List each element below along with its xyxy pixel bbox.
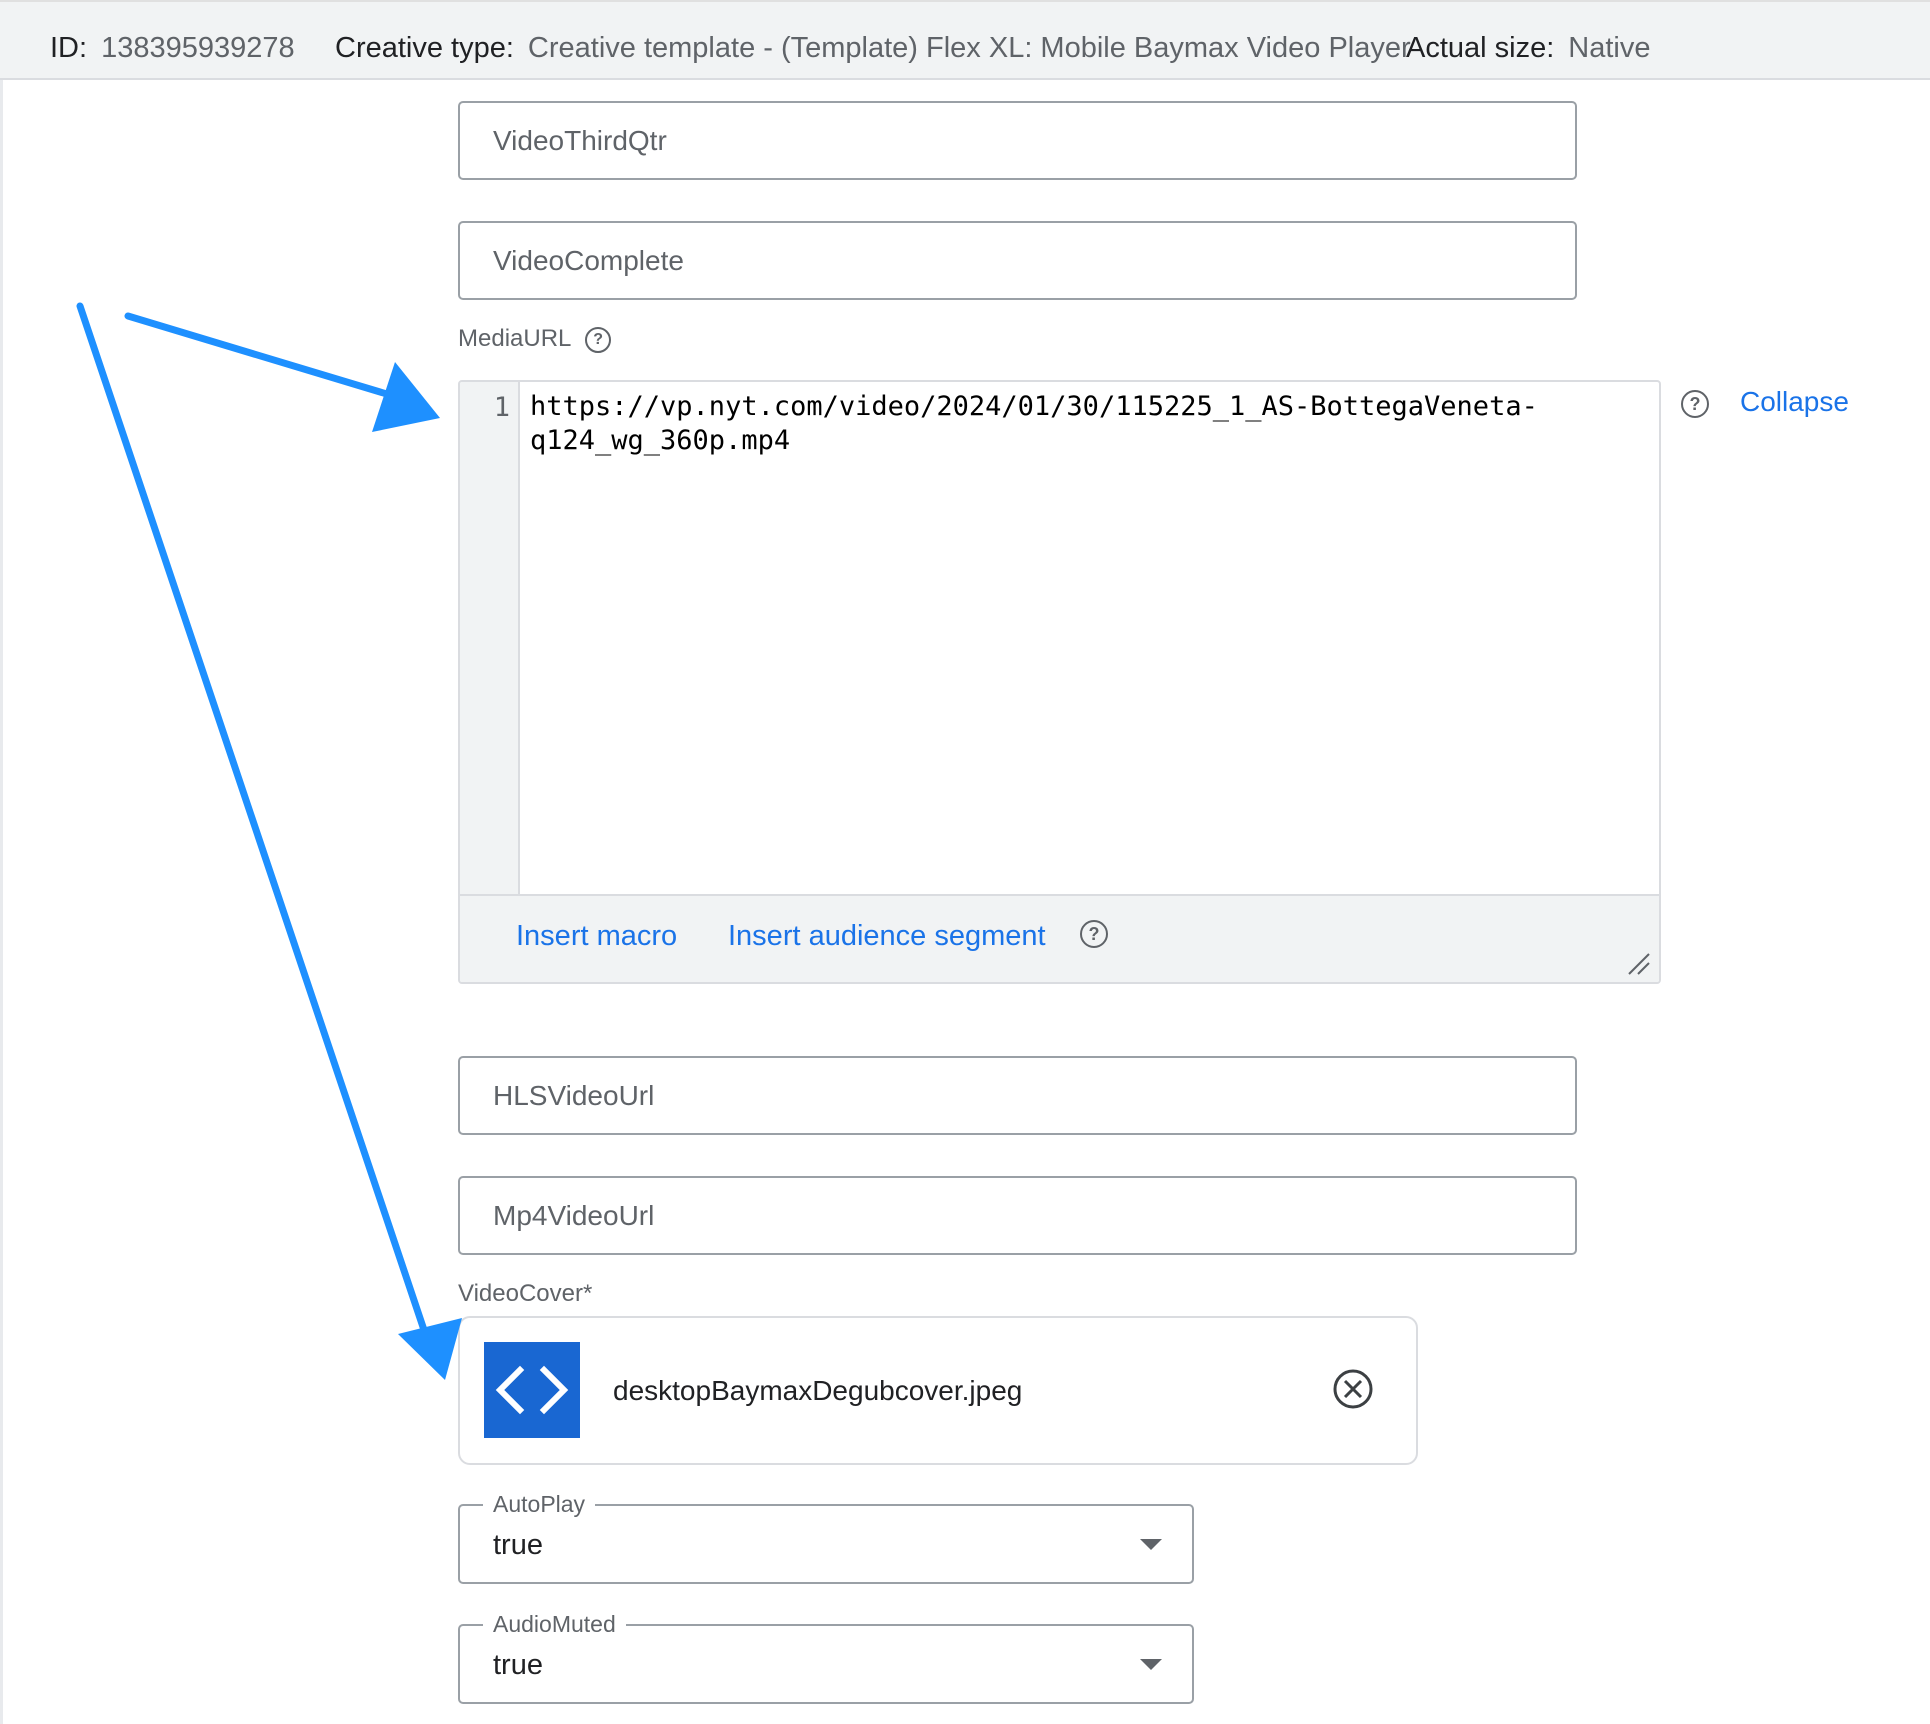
video-complete-placeholder: VideoComplete <box>493 245 684 276</box>
left-border <box>0 0 3 1724</box>
header-id: ID: 138395939278 <box>50 2 295 78</box>
video-third-qtr-field[interactable]: VideoThirdQtr <box>458 101 1577 180</box>
video-cover-file-name: desktopBaymaxDegubcover.jpeg <box>613 1375 1023 1406</box>
caret-down-icon[interactable] <box>1140 1539 1162 1550</box>
header-creative-type: Creative type: Creative template - (Templ… <box>335 2 1411 78</box>
close-circle-icon[interactable] <box>1332 1368 1374 1410</box>
hls-video-url-placeholder: HLSVideoUrl <box>493 1080 655 1111</box>
help-circle-icon[interactable]: ? <box>1080 920 1108 948</box>
creative-type-label: Creative type: <box>335 32 514 64</box>
code-line: q124_wg_360p.mp4 <box>530 425 791 456</box>
editor-footer: Insert macro Insert audience segment ? <box>460 894 1659 982</box>
mp4-video-url-placeholder: Mp4VideoUrl <box>493 1200 655 1231</box>
code-content[interactable]: https://vp.nyt.com/video/2024/01/30/1152… <box>530 390 1640 458</box>
mp4-video-url-field[interactable]: Mp4VideoUrl <box>458 1176 1577 1255</box>
hls-video-url-field[interactable]: HLSVideoUrl <box>458 1056 1577 1135</box>
video-third-qtr-placeholder: VideoThirdQtr <box>493 125 667 156</box>
video-complete-field[interactable]: VideoComplete <box>458 221 1577 300</box>
caret-down-icon[interactable] <box>1140 1659 1162 1670</box>
actual-size-value: Native <box>1568 32 1651 64</box>
audio-muted-value: true <box>493 1649 543 1681</box>
help-circle-icon[interactable]: ? <box>585 326 612 353</box>
actual-size-label: Actual size: <box>1406 32 1555 64</box>
insert-audience-segment-link[interactable]: Insert audience segment <box>728 920 1046 953</box>
media-url-label-text: MediaURL <box>458 325 571 352</box>
creative-type-value: Creative template - (Template) Flex XL: … <box>527 32 1411 64</box>
audio-muted-select[interactable]: AudioMuted true <box>458 1609 1194 1704</box>
collapse-link[interactable]: Collapse <box>1740 386 1849 418</box>
media-url-label: MediaURL ? <box>458 325 612 353</box>
arrow-to-media-url <box>124 312 440 432</box>
arrow-to-video-cover <box>76 302 462 1380</box>
creative-info-header: ID: 138395939278 Creative type: Creative t… <box>0 0 1930 80</box>
insert-macro-link[interactable]: Insert macro <box>516 920 677 953</box>
header-actual-size: Actual size: Native <box>1406 2 1651 78</box>
id-label: ID: <box>50 32 88 64</box>
autoplay-value: true <box>493 1529 543 1561</box>
line-number-gutter: 1 <box>460 382 520 894</box>
media-url-code-editor[interactable]: 1 https://vp.nyt.com/video/2024/01/30/11… <box>458 380 1661 984</box>
autoplay-select[interactable]: AutoPlay true <box>458 1489 1194 1584</box>
resize-handle-icon[interactable] <box>1625 950 1651 976</box>
video-cover-file-card: desktopBaymaxDegubcover.jpeg <box>458 1316 1418 1465</box>
code-line: https://vp.nyt.com/video/2024/01/30/1152… <box>530 391 1538 422</box>
video-cover-label: VideoCover* <box>458 1280 593 1307</box>
line-number: 1 <box>493 392 510 423</box>
id-value: 138395939278 <box>101 32 295 64</box>
code-icon <box>484 1342 580 1438</box>
help-circle-icon[interactable]: ? <box>1681 390 1709 418</box>
